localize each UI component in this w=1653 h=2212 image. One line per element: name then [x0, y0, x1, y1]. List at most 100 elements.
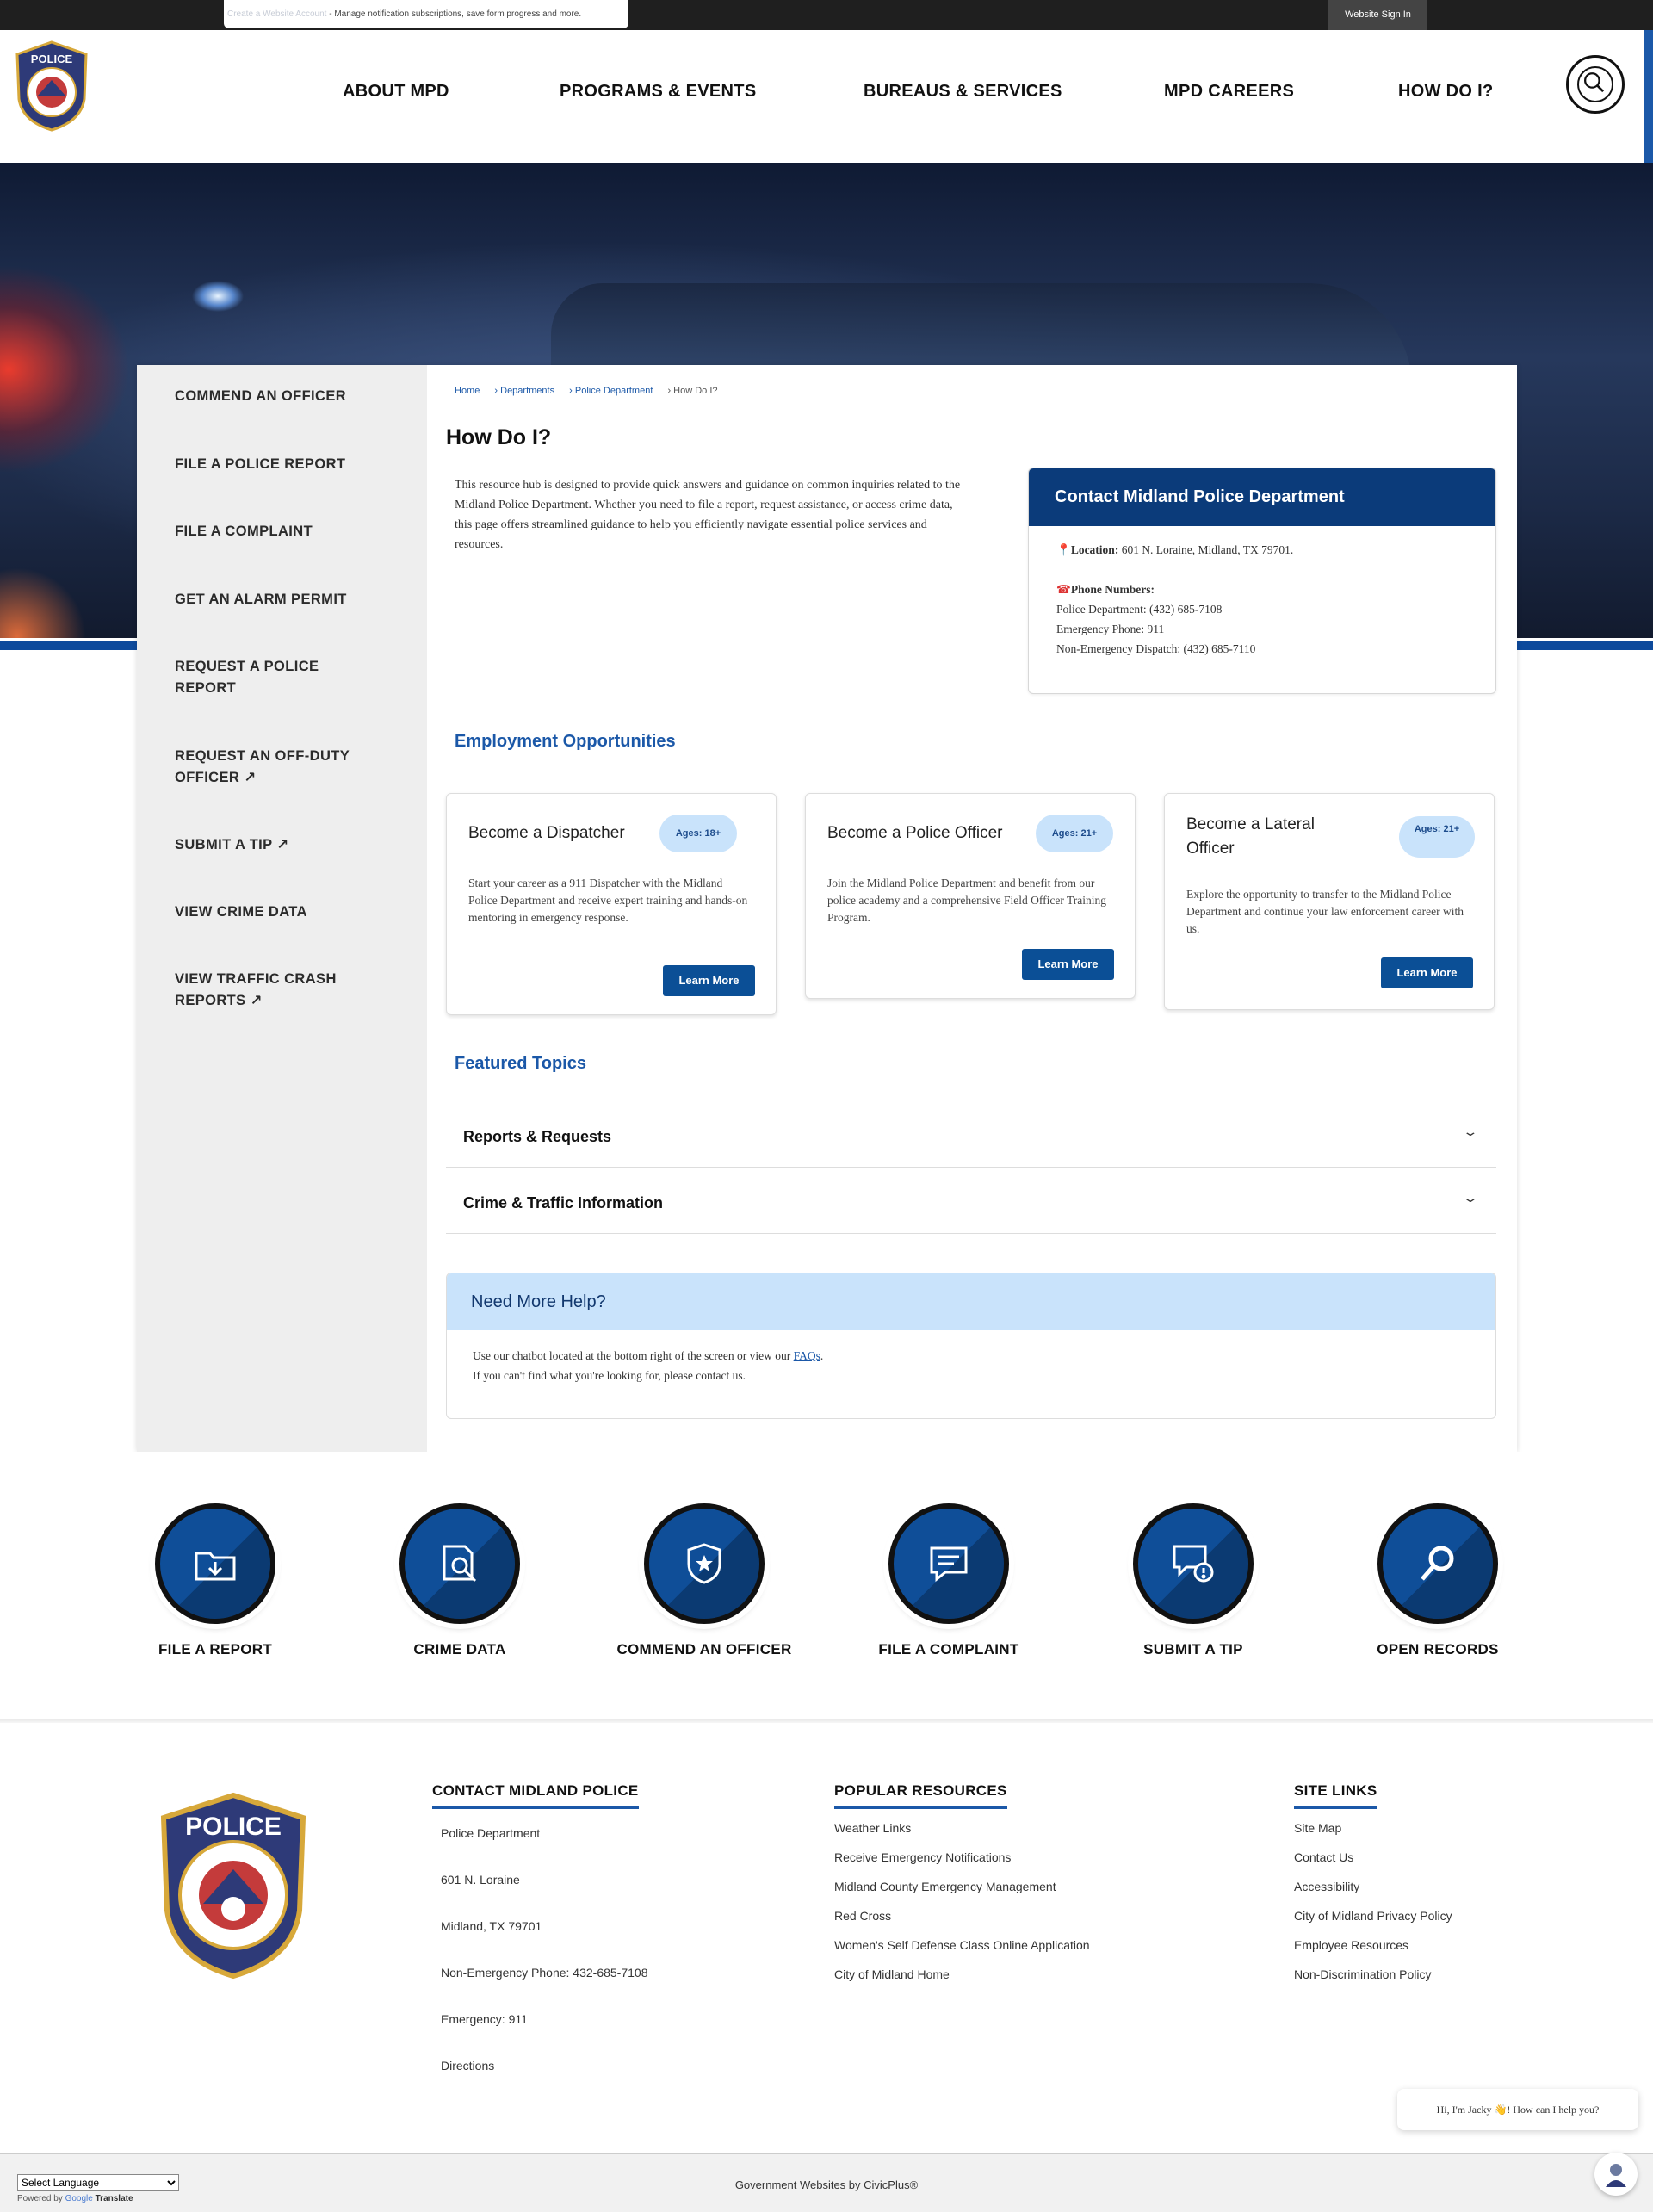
breadcrumb-departments[interactable]: › Departments	[494, 386, 554, 396]
learn-more-button[interactable]: Learn More	[1381, 957, 1473, 988]
sidebar-item-commend-officer[interactable]: COMMEND AN OFFICER	[175, 386, 407, 407]
sidebar-item-file-complaint[interactable]: FILE A COMPLAINT	[175, 521, 407, 542]
website-sign-in-button[interactable]: Website Sign In	[1328, 0, 1427, 30]
job-title: Become a Dispatcher	[468, 824, 625, 842]
search-button[interactable]	[1566, 55, 1625, 114]
footer-resource-link[interactable]: Receive Emergency Notifications	[834, 1850, 1090, 1880]
magnifier-icon	[1421, 1546, 1454, 1581]
learn-more-button[interactable]: Learn More	[1022, 949, 1114, 980]
help-line-2: If you can't find what you're looking fo…	[473, 1369, 746, 1382]
sidebar-item-view-crime-data[interactable]: VIEW CRIME DATA	[175, 902, 407, 923]
sidebar-nav: COMMEND AN OFFICER FILE A POLICE REPORT …	[137, 365, 427, 1452]
quick-link-circle	[1378, 1503, 1498, 1624]
phone-police-dept: Police Department: (432) 685-7108	[1056, 603, 1223, 616]
footer-contact-column: CONTACT MIDLAND POLICE Police Department…	[432, 1782, 648, 2105]
job-description: Explore the opportunity to transfer to t…	[1186, 888, 1464, 935]
help-line-1: Use our chatbot located at the bottom ri…	[473, 1346, 1495, 1366]
translate-text: Translate	[92, 2194, 133, 2203]
quick-links: FILE A REPORT CRIME DATA COMMEND AN OFFI…	[0, 1452, 1653, 1720]
footer-contact-line: Emergency: 911	[441, 2012, 528, 2026]
age-badge: Ages: 18+	[659, 815, 737, 852]
quick-link-circle	[399, 1503, 520, 1624]
chatbot-greeting[interactable]: Hi, I'm Jacky 👋! How can I help you?	[1397, 2089, 1638, 2130]
bottom-bar: Select Language Powered by Google Transl…	[0, 2153, 1653, 2212]
footer-logo-police-text: POLICE	[185, 1812, 282, 1841]
breadcrumb-police-department[interactable]: › Police Department	[569, 386, 653, 396]
footer-site-link[interactable]: Contact Us	[1294, 1850, 1452, 1880]
nav-mpd-careers[interactable]: MPD CAREERS	[1164, 82, 1294, 102]
age-badge: Ages: 21+	[1399, 816, 1475, 858]
footer-resources-column: POPULAR RESOURCES Weather Links Receive …	[834, 1782, 1090, 1997]
page-title: How Do I?	[446, 425, 552, 449]
quick-link-label: CRIME DATA	[413, 1641, 506, 1657]
breadcrumb-home[interactable]: Home	[455, 386, 480, 396]
civicplus-credit[interactable]: Government Websites by CivicPlus®	[0, 2178, 1653, 2191]
content-panel: COMMEND AN OFFICER FILE A POLICE REPORT …	[137, 365, 1517, 1452]
footer-site-link[interactable]: Employee Resources	[1294, 1938, 1452, 1967]
quick-link-crime-data[interactable]: CRIME DATA	[356, 1503, 563, 1658]
accordion-reports-requests[interactable]: Reports & Requests ⌄	[446, 1102, 1496, 1168]
quick-link-open-records[interactable]: OPEN RECORDS	[1334, 1503, 1541, 1658]
contact-card-title: Contact Midland Police Department	[1029, 468, 1495, 526]
sidebar-item-file-police-report[interactable]: FILE A POLICE REPORT	[175, 454, 407, 475]
quick-link-label: COMMEND AN OFFICER	[616, 1641, 792, 1657]
chat-bubble-icon	[930, 1546, 968, 1583]
quick-link-commend-officer[interactable]: COMMEND AN OFFICER	[601, 1503, 808, 1658]
accordion-crime-traffic[interactable]: Crime & Traffic Information ⌄	[446, 1168, 1496, 1234]
footer-contact-line: Non-Emergency Phone: 432-685-7108	[441, 1966, 648, 1980]
quick-link-submit-tip[interactable]: SUBMIT A TIP	[1090, 1503, 1297, 1658]
footer-resource-link[interactable]: City of Midland Home	[834, 1967, 1090, 1997]
sidebar-item-alarm-permit[interactable]: GET AN ALARM PERMIT	[175, 589, 407, 610]
nav-how-do-i[interactable]: HOW DO I?	[1398, 82, 1493, 102]
chatbot-avatar-icon	[1606, 2164, 1626, 2187]
footer-site-link[interactable]: Site Map	[1294, 1821, 1452, 1850]
header-accent-stripe	[1644, 30, 1653, 163]
need-more-help-box: Need More Help? Use our chatbot located …	[446, 1273, 1496, 1419]
sidebar-item-request-police-report[interactable]: REQUEST A POLICE REPORT	[175, 656, 347, 699]
google-text: Google	[65, 2194, 93, 2203]
footer-resource-link[interactable]: Women's Self Defense Class Online Applic…	[834, 1938, 1090, 1967]
nav-programs-events[interactable]: PROGRAMS & EVENTS	[560, 82, 756, 102]
sidebar-item-off-duty-officer[interactable]: REQUEST AN OFF-DUTY OFFICER ↗	[175, 746, 381, 789]
nav-bureaus-services[interactable]: BUREAUS & SERVICES	[864, 82, 1062, 102]
job-title: Become a Police Officer	[827, 824, 1003, 842]
nav-about-mpd[interactable]: ABOUT MPD	[343, 82, 449, 102]
chevron-down-icon: ⌄	[1462, 1191, 1479, 1205]
contact-phones-heading: ☎Phone Numbers:	[1056, 579, 1495, 599]
site-header: POLICE ABOUT MPD PROGRAMS & EVENTS BUREA…	[0, 30, 1653, 163]
footer-resource-link[interactable]: Weather Links	[834, 1821, 1090, 1850]
powered-by-google-translate: Powered by Google Translate	[17, 2194, 133, 2203]
chatbot-avatar-button[interactable]	[1594, 2153, 1638, 2196]
quick-link-circle	[644, 1503, 765, 1624]
employment-heading: Employment Opportunities	[455, 732, 676, 751]
folder-upload-icon	[195, 1552, 236, 1581]
shield-star-icon	[687, 1543, 721, 1584]
accordion-title: Crime & Traffic Information	[463, 1194, 664, 1211]
footer-contact-line: Police Department	[441, 1826, 541, 1840]
powered-by-text: Powered by	[17, 2194, 65, 2203]
footer-directions-link[interactable]: Directions	[441, 2059, 648, 2105]
faqs-link[interactable]: FAQs	[794, 1349, 820, 1362]
sidebar-item-traffic-crash-reports[interactable]: VIEW TRAFFIC CRASH REPORTS ↗	[175, 969, 364, 1012]
footer-resources-heading: POPULAR RESOURCES	[834, 1782, 1007, 1809]
breadcrumb-current: › How Do I?	[667, 386, 718, 396]
quick-link-file-complaint[interactable]: FILE A COMPLAINT	[845, 1503, 1052, 1658]
intro-text: This resource hub is designed to provide…	[455, 479, 961, 551]
footer-site-link[interactable]: Accessibility	[1294, 1880, 1452, 1909]
learn-more-button[interactable]: Learn More	[663, 965, 755, 996]
footer-site-link[interactable]: City of Midland Privacy Policy	[1294, 1909, 1452, 1938]
footer-resource-link[interactable]: Red Cross	[834, 1909, 1090, 1938]
footer-resource-link[interactable]: Midland County Emergency Management	[834, 1880, 1090, 1909]
quick-link-label: SUBMIT A TIP	[1143, 1641, 1243, 1657]
sidebar-item-submit-tip[interactable]: SUBMIT A TIP ↗	[175, 834, 407, 856]
job-card-lateral-officer: Become a Lateral Officer Ages: 21+ Explo…	[1164, 793, 1495, 1010]
job-description: Join the Midland Police Department and b…	[827, 877, 1107, 924]
job-card-dispatcher: Become a Dispatcher Ages: 18+ Start your…	[446, 793, 777, 1015]
job-card-police-officer: Become a Police Officer Ages: 21+ Join t…	[805, 793, 1136, 999]
account-notice: Create a Website Account - Manage notifi…	[224, 0, 628, 28]
footer-site-link[interactable]: Non-Discrimination Policy	[1294, 1967, 1452, 1997]
help-title: Need More Help?	[447, 1273, 1495, 1330]
create-account-link[interactable]: Create a Website Account	[227, 9, 326, 19]
quick-link-file-report[interactable]: FILE A REPORT	[112, 1503, 319, 1658]
chevron-down-icon: ⌄	[1462, 1125, 1479, 1138]
